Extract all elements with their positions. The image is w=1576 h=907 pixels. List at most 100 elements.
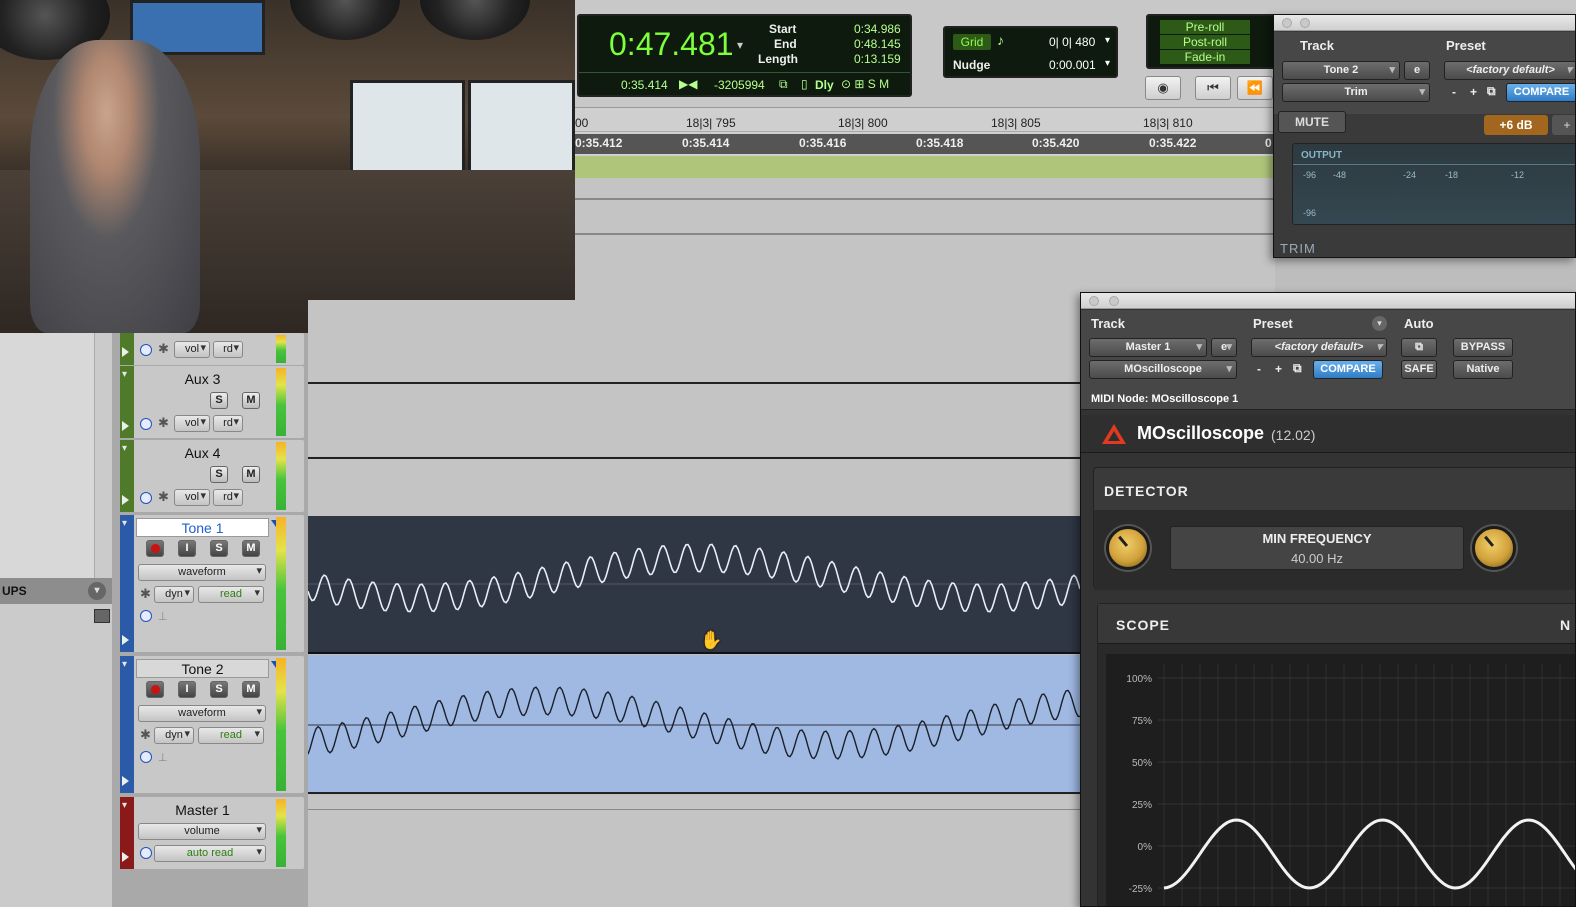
automation-mode-select[interactable]: auto read <box>154 845 266 862</box>
bars-beats-ruler[interactable]: 00 18|3| 795 18|3| 800 18|3| 805 18|3| 8… <box>575 114 1275 132</box>
preset-select[interactable]: <factory default> <box>1251 338 1387 357</box>
track-header[interactable]: ✱ vol rd <box>120 333 304 365</box>
asterisk-icon[interactable]: ✱ <box>158 341 169 357</box>
insert-select[interactable]: MOscilloscope <box>1089 360 1237 379</box>
track-header[interactable]: ▾ Tone 2 I S M waveform ✱ dyn read ⊥ <box>120 656 304 793</box>
solo-button[interactable]: S <box>210 392 228 409</box>
dyn-select[interactable]: dyn <box>154 727 194 744</box>
automation-mode-select[interactable]: read <box>198 727 264 744</box>
record-button[interactable] <box>146 681 164 698</box>
track-view-select[interactable]: vol <box>174 415 210 432</box>
bypass-button[interactable]: BYPASS <box>1453 338 1513 357</box>
track-name[interactable]: Tone 1 <box>136 518 269 537</box>
fadein-button[interactable]: Fade-in <box>1160 50 1250 64</box>
sample-offset[interactable]: -3205994 <box>714 78 765 92</box>
chevron-down-icon[interactable]: ▾ <box>1105 58 1110 69</box>
input-monitor-button[interactable]: I <box>178 540 196 557</box>
expand-icon[interactable] <box>122 421 129 431</box>
automation-icon[interactable] <box>140 344 152 356</box>
start-value[interactable]: 0:34.986 <box>854 22 901 36</box>
scope-display[interactable]: 100% 75% 50% 25% 0% -25% <box>1106 654 1575 906</box>
collapse-icon[interactable]: ▾ <box>122 443 127 454</box>
track-name[interactable]: Master 1 <box>136 800 269 819</box>
chevron-down-icon[interactable]: ▾ <box>1105 35 1110 46</box>
asterisk-icon[interactable]: ✱ <box>158 489 169 505</box>
track-lane[interactable] <box>308 384 1080 456</box>
track-lane[interactable] <box>308 795 1080 907</box>
link-icon[interactable]: ⧉ <box>779 77 788 92</box>
insert-select[interactable]: Trim <box>1282 83 1430 102</box>
compare-button[interactable]: COMPARE <box>1506 83 1575 102</box>
mute-button[interactable]: MUTE <box>1278 111 1346 133</box>
track-e-button[interactable]: e <box>1211 338 1237 357</box>
online-icon[interactable]: ◉ <box>1145 76 1181 100</box>
dly-label[interactable]: Dly <box>815 78 834 92</box>
chevron-down-icon[interactable]: ▾ <box>1372 316 1387 331</box>
end-value[interactable]: 0:48.145 <box>854 37 901 51</box>
automation-icon[interactable] <box>140 847 152 859</box>
native-button[interactable]: Native <box>1453 360 1513 379</box>
grid-value[interactable]: 0| 0| 480 <box>1049 35 1095 49</box>
preset-select[interactable]: <factory default> <box>1444 61 1575 80</box>
rewind-icon[interactable]: ⏪ <box>1237 76 1273 100</box>
solo-button[interactable]: S <box>210 540 228 557</box>
record-button[interactable] <box>146 540 164 557</box>
minimize-icon[interactable] <box>1300 18 1310 28</box>
track-view-select[interactable]: waveform <box>138 705 266 722</box>
asterisk-icon[interactable]: ✱ <box>158 415 169 431</box>
automation-mode-select[interactable]: rd <box>213 341 243 358</box>
collapse-icon[interactable]: ▾ <box>122 518 127 529</box>
audio-region-tone-2[interactable] <box>308 655 1080 792</box>
mute-button[interactable]: M <box>242 540 260 557</box>
pan-icon[interactable]: ⊥ <box>158 751 168 764</box>
track-header[interactable]: ▾ Master 1 volume auto read <box>120 797 304 869</box>
min-sec-ruler[interactable]: 0:35.412 0:35.414 0:35.416 0:35.418 0:35… <box>575 134 1275 154</box>
track-lane[interactable] <box>308 300 1080 383</box>
track-name[interactable]: Aux 3 <box>136 369 269 388</box>
track-select[interactable]: Tone 2 <box>1282 61 1400 80</box>
gain-value[interactable]: +6 dB <box>1484 115 1548 135</box>
timeline-ruler[interactable]: 00 18|3| 795 18|3| 800 18|3| 805 18|3| 8… <box>575 108 1275 178</box>
track-view-select[interactable]: vol <box>174 489 210 506</box>
preset-plus-button[interactable]: + <box>1275 362 1282 376</box>
track-name[interactable]: Tone 2 <box>136 659 269 678</box>
min-frequency-knob[interactable] <box>1106 526 1150 570</box>
expand-icon[interactable] <box>122 852 129 862</box>
copy-icon[interactable]: ⧉ <box>1487 84 1496 99</box>
minimize-icon[interactable] <box>1109 296 1119 306</box>
sub-counter[interactable]: 0:35.414 <box>621 78 668 92</box>
input-monitor-button[interactable]: I <box>178 681 196 698</box>
track-lane[interactable] <box>308 459 1080 516</box>
mute-button[interactable]: M <box>242 466 260 483</box>
window-titlebar[interactable] <box>1274 15 1575 31</box>
automation-mode-select[interactable]: read <box>198 586 264 603</box>
length-value[interactable]: 0:13.159 <box>854 52 901 66</box>
postroll-button[interactable]: Post-roll <box>1160 35 1250 49</box>
groups-header[interactable]: UPS ▾ <box>0 578 112 604</box>
automation-icon[interactable] <box>140 751 152 763</box>
collapse-icon[interactable]: ▾ <box>122 369 127 380</box>
nudge-value[interactable]: 0:00.001 <box>1049 58 1096 72</box>
expand-icon[interactable] <box>122 776 129 786</box>
clock-icon[interactable]: ⊙ ⊞ S M <box>841 77 889 91</box>
return-to-zero-icon[interactable]: ⏮ <box>1195 76 1231 100</box>
marker-ruler[interactable] <box>575 156 1275 178</box>
expand-icon[interactable] <box>122 347 129 357</box>
compare-button[interactable]: COMPARE <box>1313 360 1383 379</box>
track-header[interactable]: ▾ Aux 4 S M ✱ vol rd <box>120 440 304 512</box>
collapse-icon[interactable]: ▾ <box>122 659 127 670</box>
mute-button[interactable]: M <box>242 681 260 698</box>
automation-window-icon[interactable]: ⧉ <box>1401 338 1437 357</box>
chevron-down-icon[interactable]: ▾ <box>88 582 106 600</box>
track-view-select[interactable]: waveform <box>138 564 266 581</box>
pan-icon[interactable]: ⊥ <box>158 610 168 623</box>
audio-region-tone-1[interactable] <box>308 516 1080 653</box>
automation-icon[interactable] <box>140 610 152 622</box>
track-view-select[interactable]: volume <box>138 823 266 840</box>
grid-button[interactable]: Grid <box>953 34 991 50</box>
edit-window[interactable]: ✋ <box>308 300 1080 907</box>
gain-increment-button[interactable]: + <box>1552 115 1575 135</box>
dly-icon[interactable]: ▯ <box>801 77 808 91</box>
edit-area-upper[interactable] <box>575 178 1275 300</box>
preroll-button[interactable]: Pre-roll <box>1160 20 1250 34</box>
